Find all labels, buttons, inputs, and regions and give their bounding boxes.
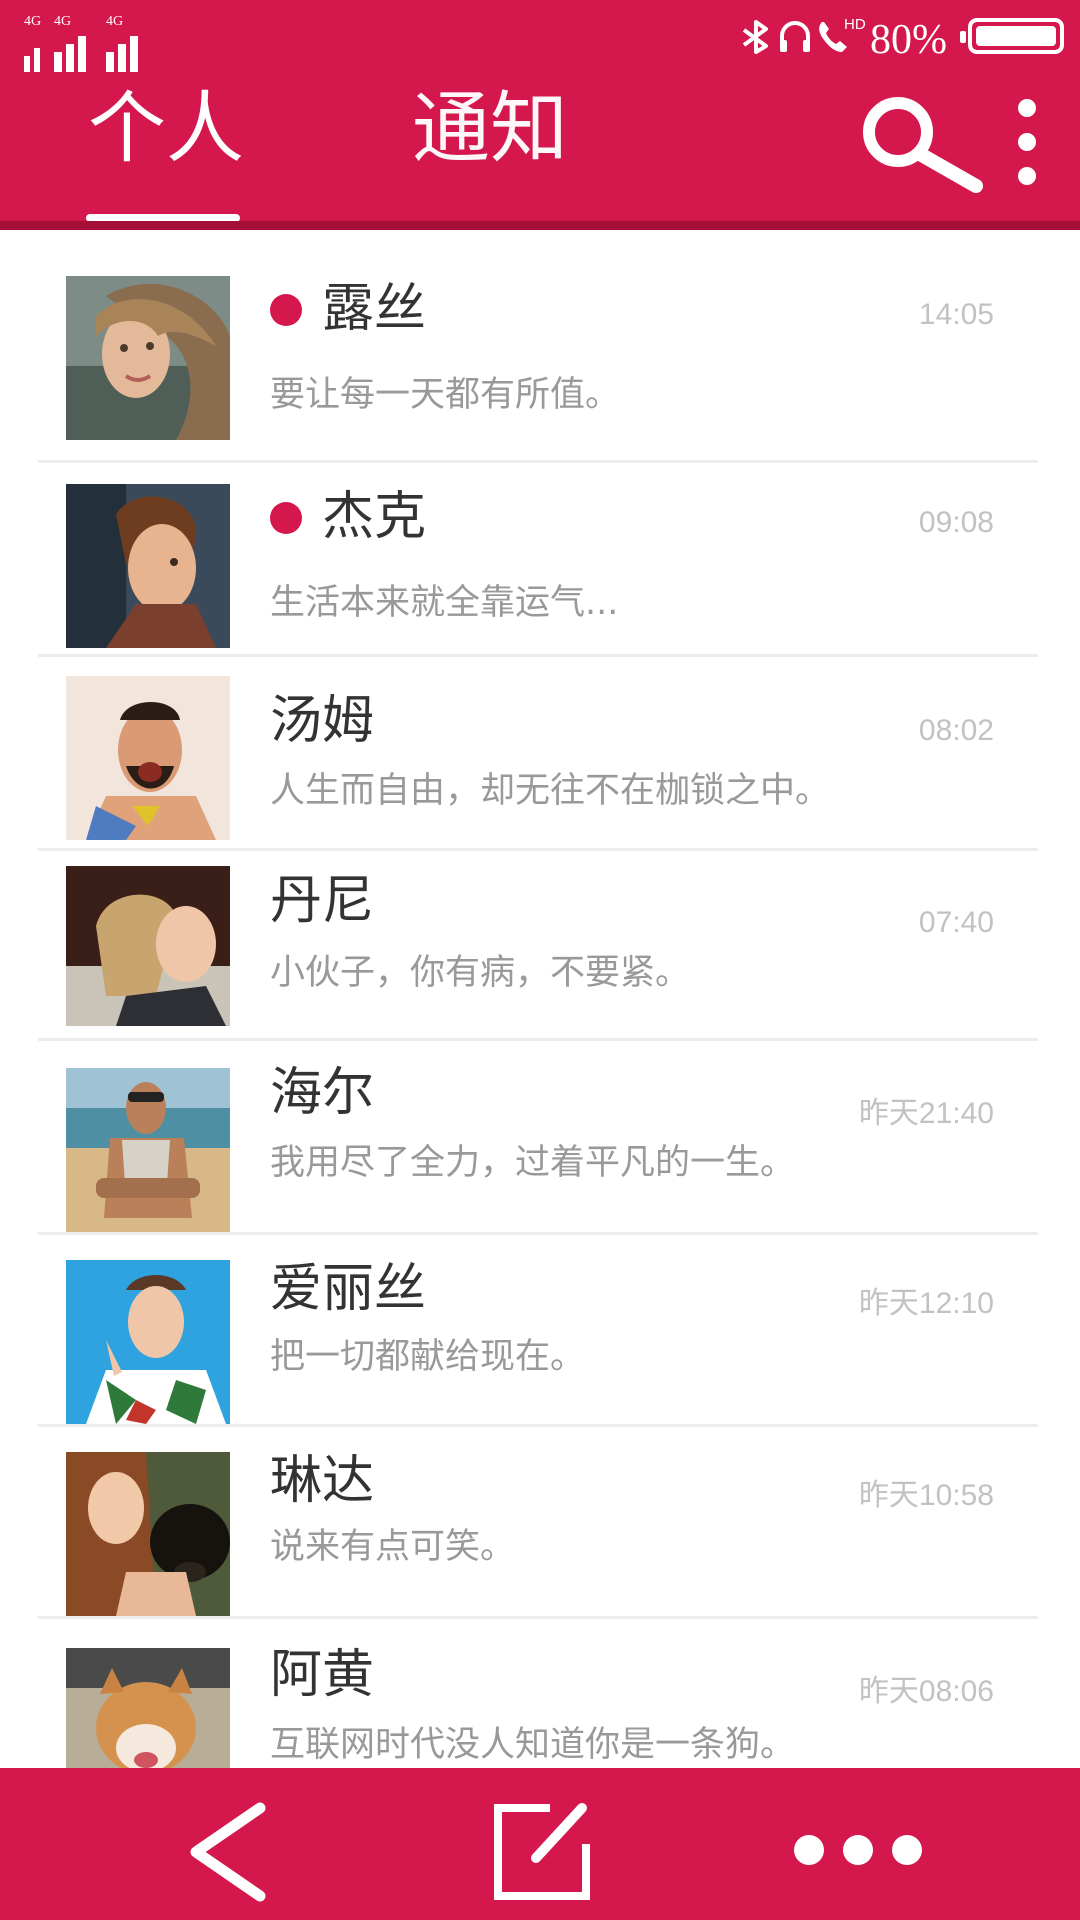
contact-name-group: 海尔: [270, 1063, 375, 1124]
message-time: 昨天12:10: [858, 1287, 994, 1320]
row-divider: [38, 1424, 1038, 1427]
contact-name: 露丝: [322, 279, 427, 339]
avatar: [66, 676, 230, 840]
search-icon[interactable]: [860, 94, 986, 194]
message-preview: 说来有点可笑。: [270, 1527, 516, 1567]
contact-name-group: 爱丽丝: [270, 1259, 427, 1320]
message-time: 昨天10:58: [858, 1479, 994, 1512]
avatar: [66, 1452, 230, 1616]
status-indicators: HD 80%: [740, 12, 1080, 63]
message-preview: 小伙子，你有病，不要紧。: [270, 953, 691, 993]
avatar: [66, 1648, 230, 1768]
avatar: [66, 276, 230, 440]
message-time: 07:40: [918, 906, 994, 939]
bottom-toolbar: [0, 1768, 1080, 1920]
unread-dot: [270, 501, 302, 534]
contact-name: 杰克: [322, 487, 427, 547]
message-time: 昨天08:06: [858, 1675, 994, 1708]
conversation-row[interactable]: 阿黄 互联网时代没人知道你是一条狗。 昨天08:06: [0, 1620, 1080, 1768]
header-shadow: [0, 221, 1080, 230]
conversation-row[interactable]: 汤姆 人生而自由，却无往不在枷锁之中。 08:02: [0, 658, 1080, 851]
contact-name-group: 露丝: [270, 279, 427, 340]
row-divider: [38, 1616, 1038, 1619]
message-preview: 人生而自由，却无往不在枷锁之中。: [270, 771, 831, 811]
app-header: 4G 4G 4G HD 80% 个人 通知: [0, 0, 1080, 228]
headset-icon: [780, 21, 810, 52]
message-preview: 要让每一天都有所值。: [270, 375, 621, 415]
row-divider: [38, 1038, 1038, 1041]
signal-label: 4G: [24, 14, 42, 29]
status-bar: 4G 4G 4G HD 80%: [0, 0, 1080, 72]
signal-label: 4G: [54, 14, 72, 29]
more-vertical-icon[interactable]: [1012, 96, 1042, 188]
compose-icon[interactable]: [490, 1800, 594, 1904]
avatar: [66, 1260, 230, 1424]
contact-name: 海尔: [270, 1063, 375, 1123]
unread-dot: [270, 293, 302, 326]
back-icon[interactable]: [186, 1802, 270, 1902]
contact-name: 丹尼: [270, 871, 375, 931]
avatar: [66, 866, 230, 1026]
contact-name-group: 丹尼: [270, 871, 375, 932]
conversation-row[interactable]: 海尔 我用尽了全力，过着平凡的一生。 昨天21:40: [0, 1042, 1080, 1235]
bluetooth-icon: [742, 20, 768, 54]
row-divider: [38, 654, 1038, 657]
signal-bars-icon: [54, 32, 114, 72]
contact-name-group: 杰克: [270, 487, 427, 548]
row-divider: [38, 848, 1038, 851]
more-horizontal-icon[interactable]: [792, 1832, 924, 1868]
message-time: 08:02: [918, 714, 994, 747]
contact-name: 阿黄: [270, 1645, 375, 1705]
message-preview: 生活本来就全靠运气...: [270, 583, 619, 623]
signal-label: 4G: [106, 14, 124, 29]
conversation-row[interactable]: 丹尼 小伙子，你有病，不要紧。 07:40: [0, 852, 1080, 1041]
tab-personal[interactable]: 个人: [88, 90, 244, 168]
row-divider: [38, 1232, 1038, 1235]
message-preview: 把一切都献给现在。: [270, 1337, 586, 1377]
conversation-row[interactable]: 琳达 说来有点可笑。 昨天10:58: [0, 1428, 1080, 1619]
battery-percent: 80%: [870, 17, 947, 63]
message-preview: 我用尽了全力，过着平凡的一生。: [270, 1143, 796, 1183]
contact-name-group: 汤姆: [270, 691, 375, 752]
conversation-row[interactable]: 爱丽丝 把一切都献给现在。 昨天12:10: [0, 1236, 1080, 1427]
hd-label: HD: [844, 16, 866, 33]
message-time: 昨天21:40: [858, 1097, 994, 1130]
conversation-list[interactable]: 露丝 要让每一天都有所值。 14:05 杰克 生活本来就全靠运气... 09:0…: [0, 230, 1080, 1768]
conversation-row[interactable]: 杰克 生活本来就全靠运气... 09:08: [0, 464, 1080, 657]
contact-name: 爱丽丝: [270, 1259, 427, 1319]
avatar: [66, 1068, 230, 1234]
avatar: [66, 484, 230, 648]
battery-icon: [960, 18, 1064, 54]
message-time: 14:05: [918, 298, 994, 331]
message-time: 09:08: [918, 506, 994, 539]
contact-name-group: 琳达: [270, 1451, 375, 1512]
tab-notifications[interactable]: 通知: [412, 90, 568, 168]
contact-name-group: 阿黄: [270, 1645, 375, 1706]
contact-name: 汤姆: [270, 691, 375, 751]
message-preview: 互联网时代没人知道你是一条狗。: [270, 1725, 796, 1765]
conversation-row[interactable]: 露丝 要让每一天都有所值。 14:05: [0, 230, 1080, 463]
contact-name: 琳达: [270, 1451, 375, 1511]
row-divider: [38, 460, 1038, 463]
signal-bars-icon: [106, 32, 166, 72]
